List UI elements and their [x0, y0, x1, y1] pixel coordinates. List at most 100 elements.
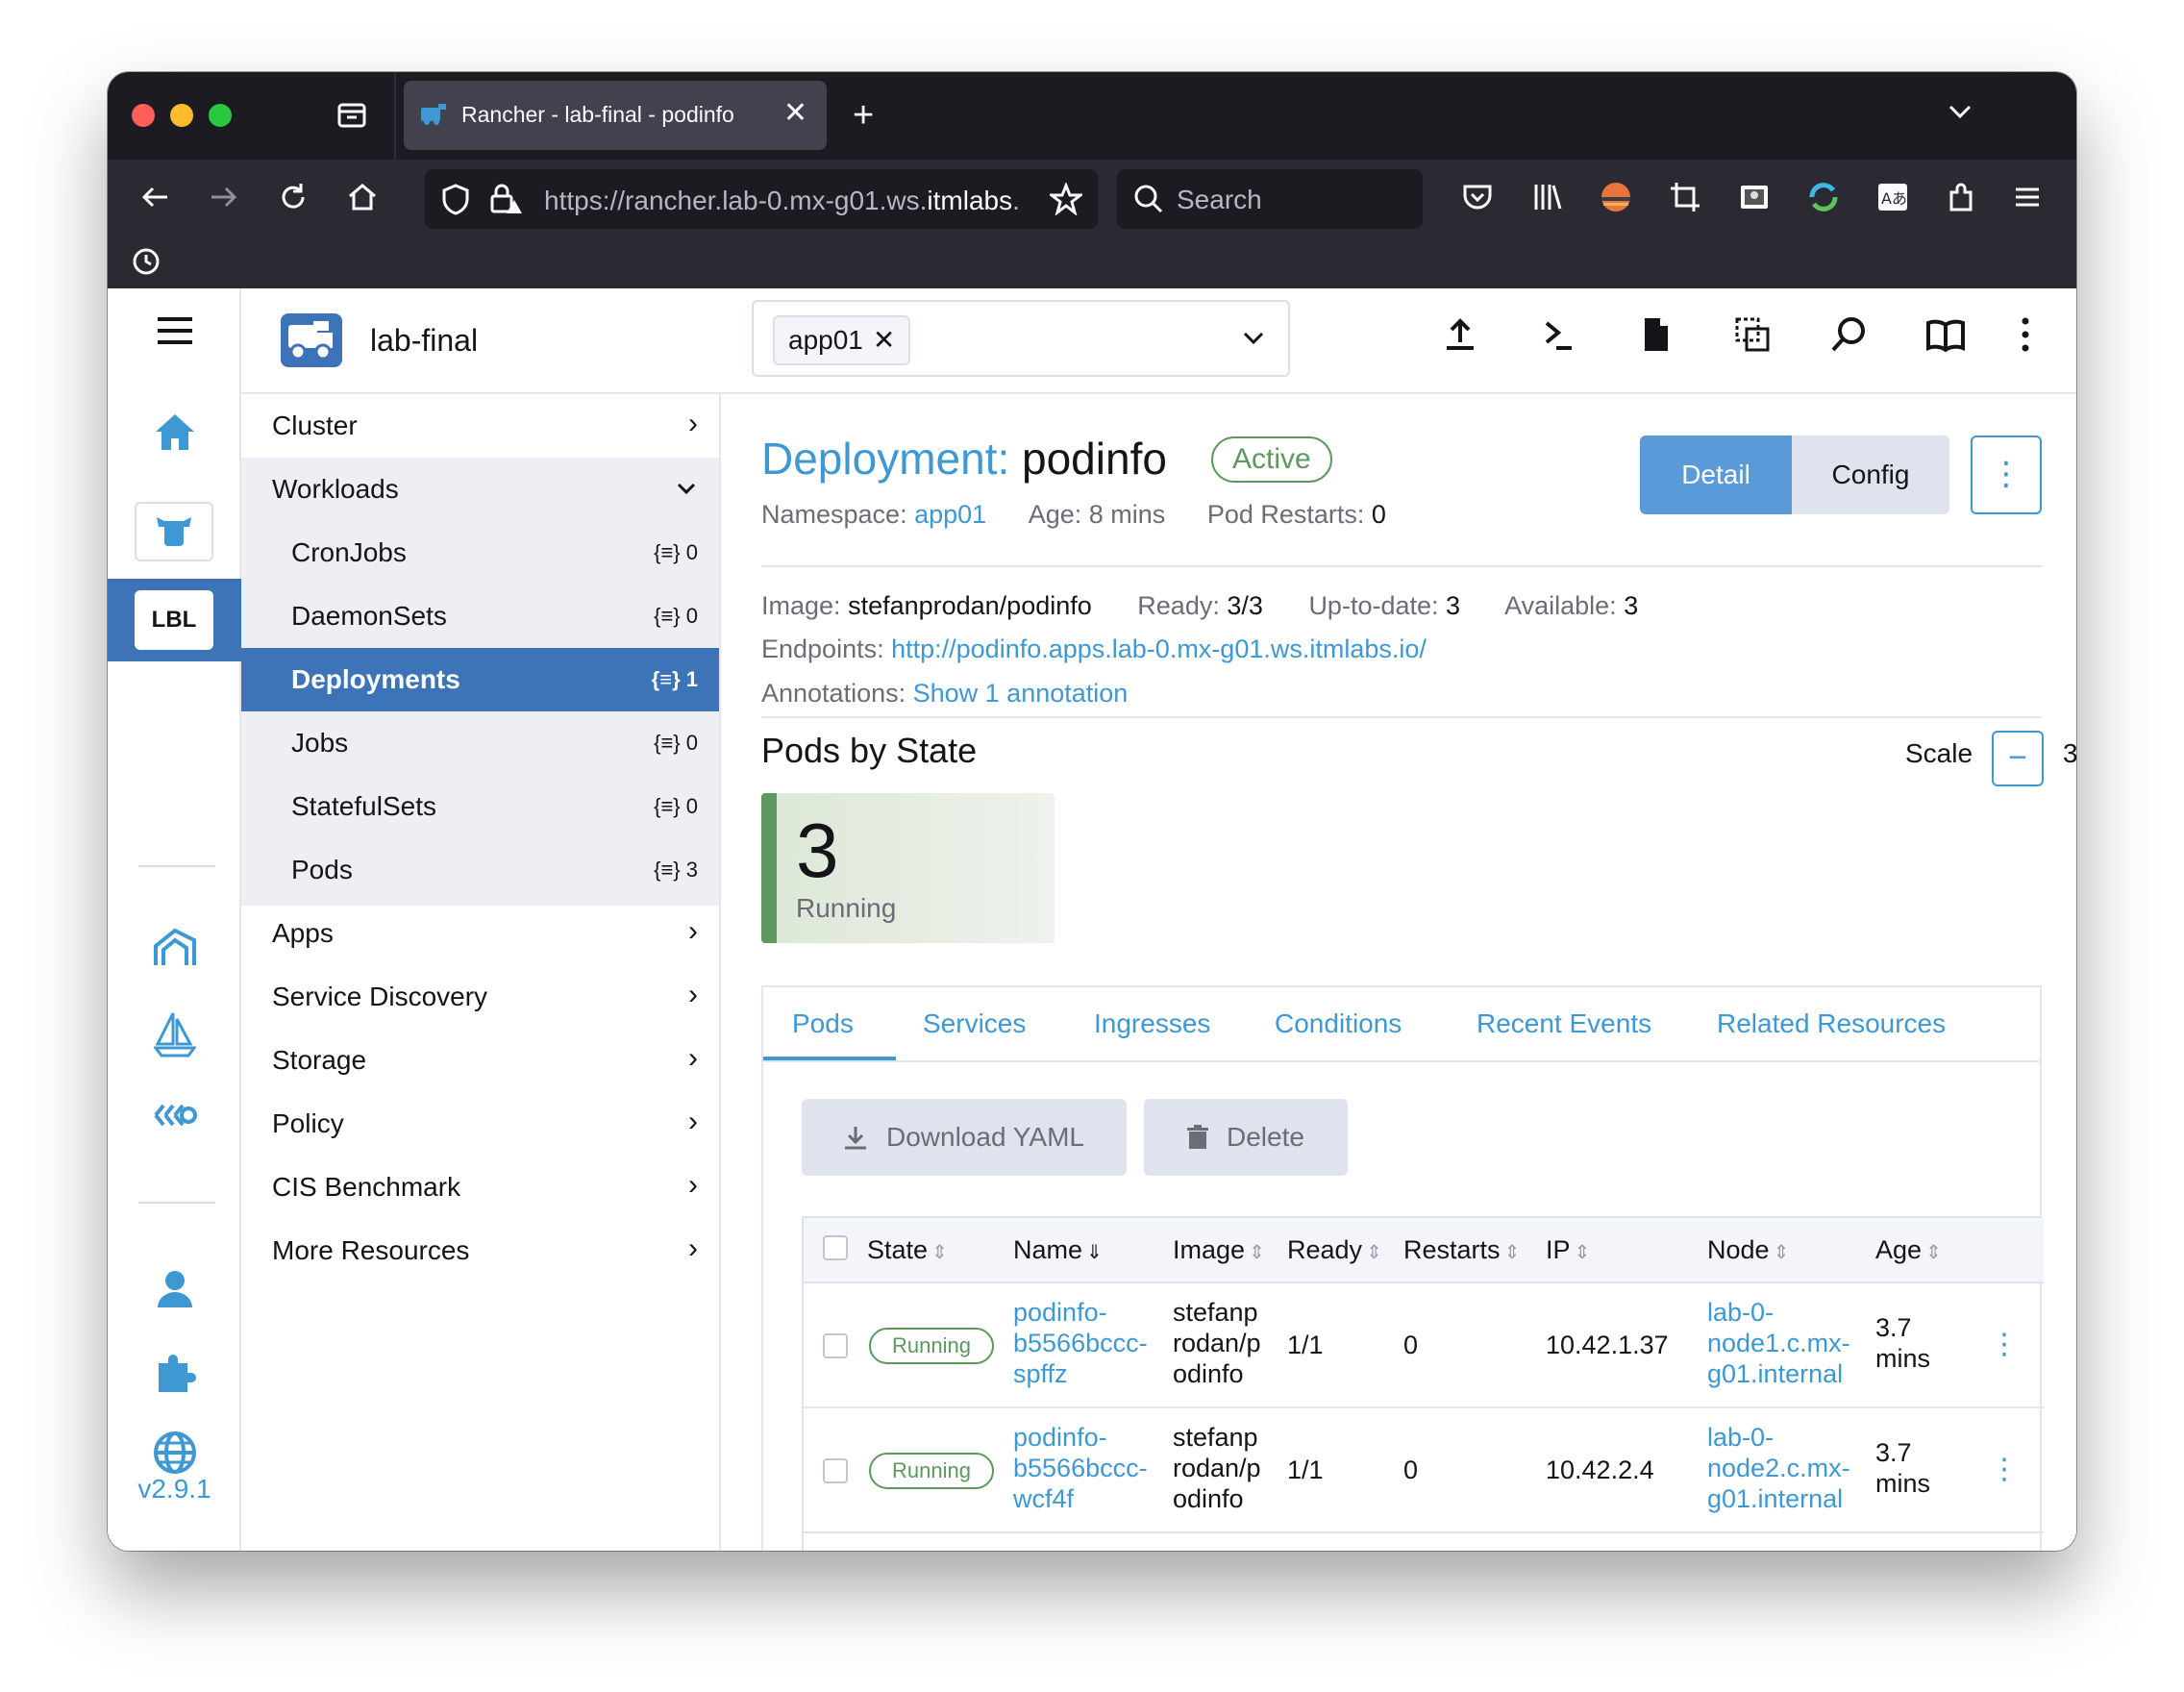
rke-icon[interactable] — [108, 1102, 241, 1129]
tab-pods[interactable]: Pods — [792, 1008, 854, 1039]
bookmark-star-icon[interactable] — [1050, 183, 1082, 215]
forward-arrow-icon[interactable] — [208, 181, 240, 213]
nav-group-cluster[interactable]: Cluster › — [241, 394, 719, 458]
new-tab-icon[interactable]: + — [853, 97, 874, 134]
row-actions-kebab-icon[interactable]: ⋮ — [1990, 1453, 2019, 1486]
nav-group-apps[interactable]: Apps › — [241, 902, 719, 965]
pod-node-link[interactable]: lab-0- node1.c.mx-g01.internal — [1707, 1297, 1850, 1389]
column-age[interactable]: Age ⇕ — [1875, 1235, 1942, 1265]
cluster-lbl-item[interactable]: LBL — [108, 579, 241, 661]
sailboat-icon[interactable] — [108, 1011, 241, 1058]
url-bar[interactable]: https://rancher.lab-0.mx-g01.ws.itmlabs. — [425, 169, 1098, 229]
back-arrow-icon[interactable] — [138, 181, 171, 213]
sync-extension-icon[interactable] — [1807, 181, 1840, 213]
app-menu-icon[interactable] — [2013, 181, 2042, 213]
list-all-tabs-icon[interactable] — [1946, 97, 1974, 126]
extension-sunset-icon[interactable] — [1600, 181, 1632, 213]
tab-close-icon[interactable]: ✕ — [783, 96, 807, 130]
resource-search-icon[interactable] — [1829, 315, 1868, 354]
nav-group-more-resources[interactable]: More Resources › — [241, 1219, 719, 1282]
nav-item-deployments[interactable]: Deployments {≡} 1 — [241, 648, 719, 711]
shield-icon[interactable] — [440, 183, 471, 215]
zoom-window-button[interactable] — [209, 104, 232, 127]
column-name[interactable]: Name ⇓ — [1013, 1235, 1103, 1265]
tab-services[interactable]: Services — [923, 1008, 1026, 1039]
nav-item-cronjobs[interactable]: CronJobs {≡} 0 — [241, 521, 719, 585]
documentation-book-icon[interactable] — [1925, 315, 1966, 354]
column-image[interactable]: Image ⇕ — [1173, 1235, 1265, 1265]
tab-manager-icon[interactable] — [335, 97, 369, 132]
extension-image-icon[interactable] — [1738, 181, 1771, 213]
extensions-puzzle-icon[interactable] — [108, 1350, 241, 1394]
search-box[interactable]: Search — [1117, 169, 1423, 229]
resource-kind-link[interactable]: Deployment: — [761, 434, 1009, 484]
lock-warning-icon[interactable] — [488, 183, 523, 215]
row-actions-kebab-icon[interactable]: ⋮ — [1990, 1328, 2019, 1361]
annotations-row: Annotations: Show 1 annotation — [761, 679, 1129, 708]
nav-group-policy[interactable]: Policy › — [241, 1092, 719, 1156]
nav-item-pods[interactable]: Pods {≡} 3 — [241, 838, 719, 902]
kubectl-shell-icon[interactable] — [1539, 315, 1577, 354]
resource-actions-kebab-icon[interactable]: ⋮ — [1971, 435, 2042, 514]
import-yaml-icon[interactable] — [1441, 315, 1479, 354]
row-checkbox[interactable] — [823, 1333, 848, 1358]
namespace-link[interactable]: app01 — [914, 500, 986, 529]
pod-ready: 1/1 — [1287, 1331, 1324, 1359]
minimize-window-button[interactable] — [170, 104, 193, 127]
tab-ingresses[interactable]: Ingresses — [1094, 1008, 1210, 1039]
endpoint-link[interactable]: http://podinfo.apps.lab-0.mx-g01.ws.itml… — [891, 634, 1427, 663]
extensions-puzzle-icon[interactable] — [1946, 181, 1978, 213]
pod-name-link[interactable]: podinfo-b5566bccc-spffz — [1013, 1297, 1148, 1389]
column-ready[interactable]: Ready ⇕ — [1287, 1235, 1382, 1265]
pod-name-link[interactable]: podinfo-b5566bccc-wcf4f — [1013, 1422, 1148, 1514]
browser-tab-active[interactable]: Rancher - lab-final - podinfo ✕ — [404, 81, 827, 150]
nav-item-daemonsets[interactable]: DaemonSets {≡} 0 — [241, 585, 719, 648]
nav-group-workloads[interactable]: Workloads — [241, 458, 719, 521]
home-icon[interactable] — [108, 411, 241, 452]
row-checkbox[interactable] — [823, 1458, 848, 1483]
nav-item-statefulsets[interactable]: StatefulSets {≡} 0 — [241, 775, 719, 838]
tab-recent-events[interactable]: Recent Events — [1477, 1008, 1651, 1039]
fleet-icon[interactable] — [108, 927, 241, 969]
detail-view-button[interactable]: Detail — [1640, 435, 1792, 514]
namespace-chip[interactable]: app01 ✕ — [773, 315, 911, 365]
download-yaml-button[interactable]: Download YAML — [802, 1099, 1127, 1176]
library-icon[interactable] — [1530, 181, 1563, 213]
user-icon[interactable] — [108, 1269, 241, 1309]
scale-down-button[interactable]: − — [1992, 731, 2044, 786]
pod-node-link[interactable]: lab-0- node2.c.mx-g01.internal — [1707, 1422, 1850, 1514]
cluster-lbl-badge: LBL — [135, 590, 213, 650]
tab-conditions[interactable]: Conditions — [1275, 1008, 1402, 1039]
column-restarts[interactable]: Restarts ⇕ — [1403, 1235, 1520, 1265]
download-kubeconfig-icon[interactable] — [1637, 315, 1675, 354]
nav-group-service-discovery[interactable]: Service Discovery › — [241, 965, 719, 1029]
remove-chip-icon[interactable]: ✕ — [873, 325, 895, 355]
select-all-checkbox[interactable] — [823, 1235, 848, 1260]
delete-button[interactable]: Delete — [1144, 1099, 1348, 1176]
column-state[interactable]: State ⇕ — [867, 1235, 948, 1265]
chevron-down-icon[interactable] — [1240, 325, 1267, 352]
nav-item-jobs[interactable]: Jobs {≡} 0 — [241, 711, 719, 775]
column-ip[interactable]: IP ⇕ — [1546, 1235, 1590, 1265]
history-clock-icon[interactable] — [131, 246, 161, 277]
config-view-button[interactable]: Config — [1792, 435, 1949, 514]
nav-group-storage[interactable]: Storage › — [241, 1029, 719, 1092]
reload-icon[interactable] — [277, 181, 310, 213]
nav-group-cis-benchmark[interactable]: CIS Benchmark › — [241, 1156, 719, 1219]
namespace-filter[interactable]: app01 ✕ — [752, 300, 1290, 377]
cluster-explorer-button[interactable] — [135, 502, 213, 561]
globe-icon[interactable] — [108, 1431, 241, 1475]
screenshot-crop-icon[interactable] — [1669, 181, 1701, 213]
home-icon[interactable] — [346, 181, 379, 213]
more-actions-kebab-icon[interactable] — [2018, 315, 2033, 354]
column-node[interactable]: Node ⇕ — [1707, 1235, 1789, 1265]
copy-kubeconfig-icon[interactable] — [1733, 315, 1772, 354]
close-window-button[interactable] — [132, 104, 155, 127]
deployment-detail: Deployment: podinfo Active Namespace: ap… — [721, 394, 2076, 1551]
translate-icon[interactable]: Aあ — [1876, 181, 1909, 213]
tab-related-resources[interactable]: Related Resources — [1717, 1008, 1946, 1039]
show-annotations-link[interactable]: Show 1 annotation — [913, 679, 1129, 708]
rancher-version[interactable]: v2.9.1 — [108, 1474, 241, 1505]
pocket-icon[interactable] — [1461, 181, 1494, 213]
hamburger-menu-icon[interactable] — [108, 315, 241, 346]
